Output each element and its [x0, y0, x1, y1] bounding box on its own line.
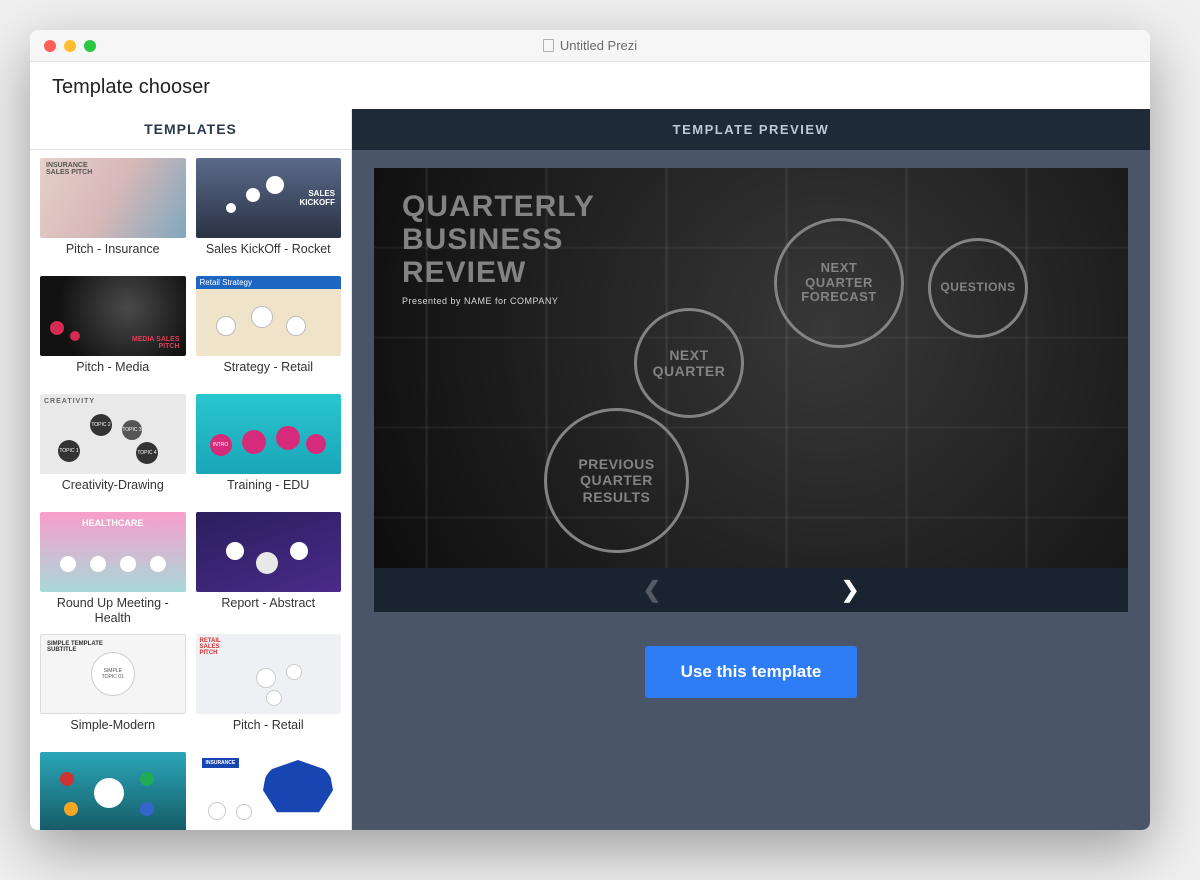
template-card-sales-kickoff-rocket[interactable]: Sales KickOff - Rocket — [196, 158, 342, 268]
template-thumb — [40, 752, 186, 830]
templates-grid[interactable]: Pitch - Insurance Sales KickOff - Rocket — [30, 150, 351, 830]
template-card-pitch-insurance[interactable]: Pitch - Insurance — [40, 158, 186, 268]
template-card-report-abstract[interactable]: Report - Abstract — [196, 512, 342, 626]
template-thumb — [196, 158, 342, 238]
preview-subtitle: Presented by NAME for COMPANY — [402, 297, 595, 307]
template-thumb: TOPIC 1 TOPIC 2 TOPIC 3 TOPIC 4 — [40, 394, 186, 474]
app-window: Untitled Prezi Template chooser TEMPLATE… — [30, 30, 1150, 830]
template-label: Strategy - Retail — [196, 356, 342, 386]
template-card-pitch-media[interactable]: Pitch - Media — [40, 276, 186, 386]
templates-panel-header: TEMPLATES — [30, 109, 351, 150]
preview-navbar: ❮ ❯ — [374, 568, 1128, 612]
template-card-executive-brief-insurance[interactable]: Executive Brief - Insurance — [196, 752, 342, 830]
preview-prev-button[interactable]: ❮ — [643, 579, 661, 601]
preview-panel-header: TEMPLATE PREVIEW — [352, 109, 1150, 150]
template-card-strategy-retail[interactable]: Strategy - Retail — [196, 276, 342, 386]
template-label: Training - EDU — [196, 474, 342, 504]
page-title: Template chooser — [30, 62, 1150, 109]
preview-title-line-1: QUARTERLY — [402, 190, 595, 223]
window-minimize-button[interactable] — [64, 40, 76, 52]
template-card-training-edu[interactable]: INTRO Training - EDU — [196, 394, 342, 504]
title-bar: Untitled Prezi — [30, 30, 1150, 62]
preview-node-questions[interactable]: QUESTIONS — [928, 238, 1028, 338]
window-maximize-button[interactable] — [84, 40, 96, 52]
template-label: Sales KickOff - Rocket — [196, 238, 342, 268]
preview-title-line-2: BUSINESS — [402, 223, 595, 256]
file-icon — [543, 39, 554, 52]
template-card-roundup-meeting-health[interactable]: Round Up Meeting - Health — [40, 512, 186, 626]
template-label: Report - Abstract — [196, 592, 342, 622]
content-area: TEMPLATES Pitch - Insurance Sales KickOf… — [30, 109, 1150, 830]
template-thumb — [40, 276, 186, 356]
template-thumb — [40, 634, 186, 714]
template-card-around-a-topic[interactable]: Around a Topic — [40, 752, 186, 830]
preview-panel: TEMPLATE PREVIEW QUARTERLY BUSINESS REVI… — [352, 109, 1150, 830]
preview-title: QUARTERLY BUSINESS REVIEW Presented by N… — [402, 190, 595, 307]
preview-node-next-quarter[interactable]: NEXT QUARTER — [634, 308, 744, 418]
template-card-simple-modern[interactable]: Simple-Modern — [40, 634, 186, 744]
template-card-pitch-retail[interactable]: Pitch - Retail — [196, 634, 342, 744]
template-thumb — [196, 634, 342, 714]
template-label: Pitch - Media — [40, 356, 186, 386]
template-label: Simple-Modern — [40, 714, 186, 744]
templates-panel: TEMPLATES Pitch - Insurance Sales KickOf… — [30, 109, 352, 830]
preview-node-forecast[interactable]: NEXT QUARTER FORECAST — [774, 218, 904, 348]
template-thumb — [196, 512, 342, 592]
template-thumb — [40, 512, 186, 592]
preview-stage[interactable]: QUARTERLY BUSINESS REVIEW Presented by N… — [374, 168, 1128, 568]
window-title-text: Untitled Prezi — [560, 38, 637, 53]
template-thumb: INTRO — [196, 394, 342, 474]
window-title: Untitled Prezi — [30, 38, 1150, 53]
template-thumb — [196, 276, 342, 356]
template-card-creativity-drawing[interactable]: TOPIC 1 TOPIC 2 TOPIC 3 TOPIC 4 Creativi… — [40, 394, 186, 504]
template-label: Pitch - Retail — [196, 714, 342, 744]
window-close-button[interactable] — [44, 40, 56, 52]
preview-body: QUARTERLY BUSINESS REVIEW Presented by N… — [352, 150, 1150, 830]
preview-next-button[interactable]: ❯ — [841, 579, 859, 601]
window-controls — [30, 40, 96, 52]
preview-title-line-3: REVIEW — [402, 256, 595, 289]
template-thumb — [196, 752, 342, 830]
preview-stage-wrap: QUARTERLY BUSINESS REVIEW Presented by N… — [374, 168, 1128, 612]
template-label: Round Up Meeting - Health — [40, 592, 186, 626]
preview-node-previous-results[interactable]: PREVIOUS QUARTER RESULTS — [544, 408, 689, 553]
use-this-template-button[interactable]: Use this template — [645, 646, 858, 698]
template-label: Creativity-Drawing — [40, 474, 186, 504]
template-label: Pitch - Insurance — [40, 238, 186, 268]
template-thumb — [40, 158, 186, 238]
